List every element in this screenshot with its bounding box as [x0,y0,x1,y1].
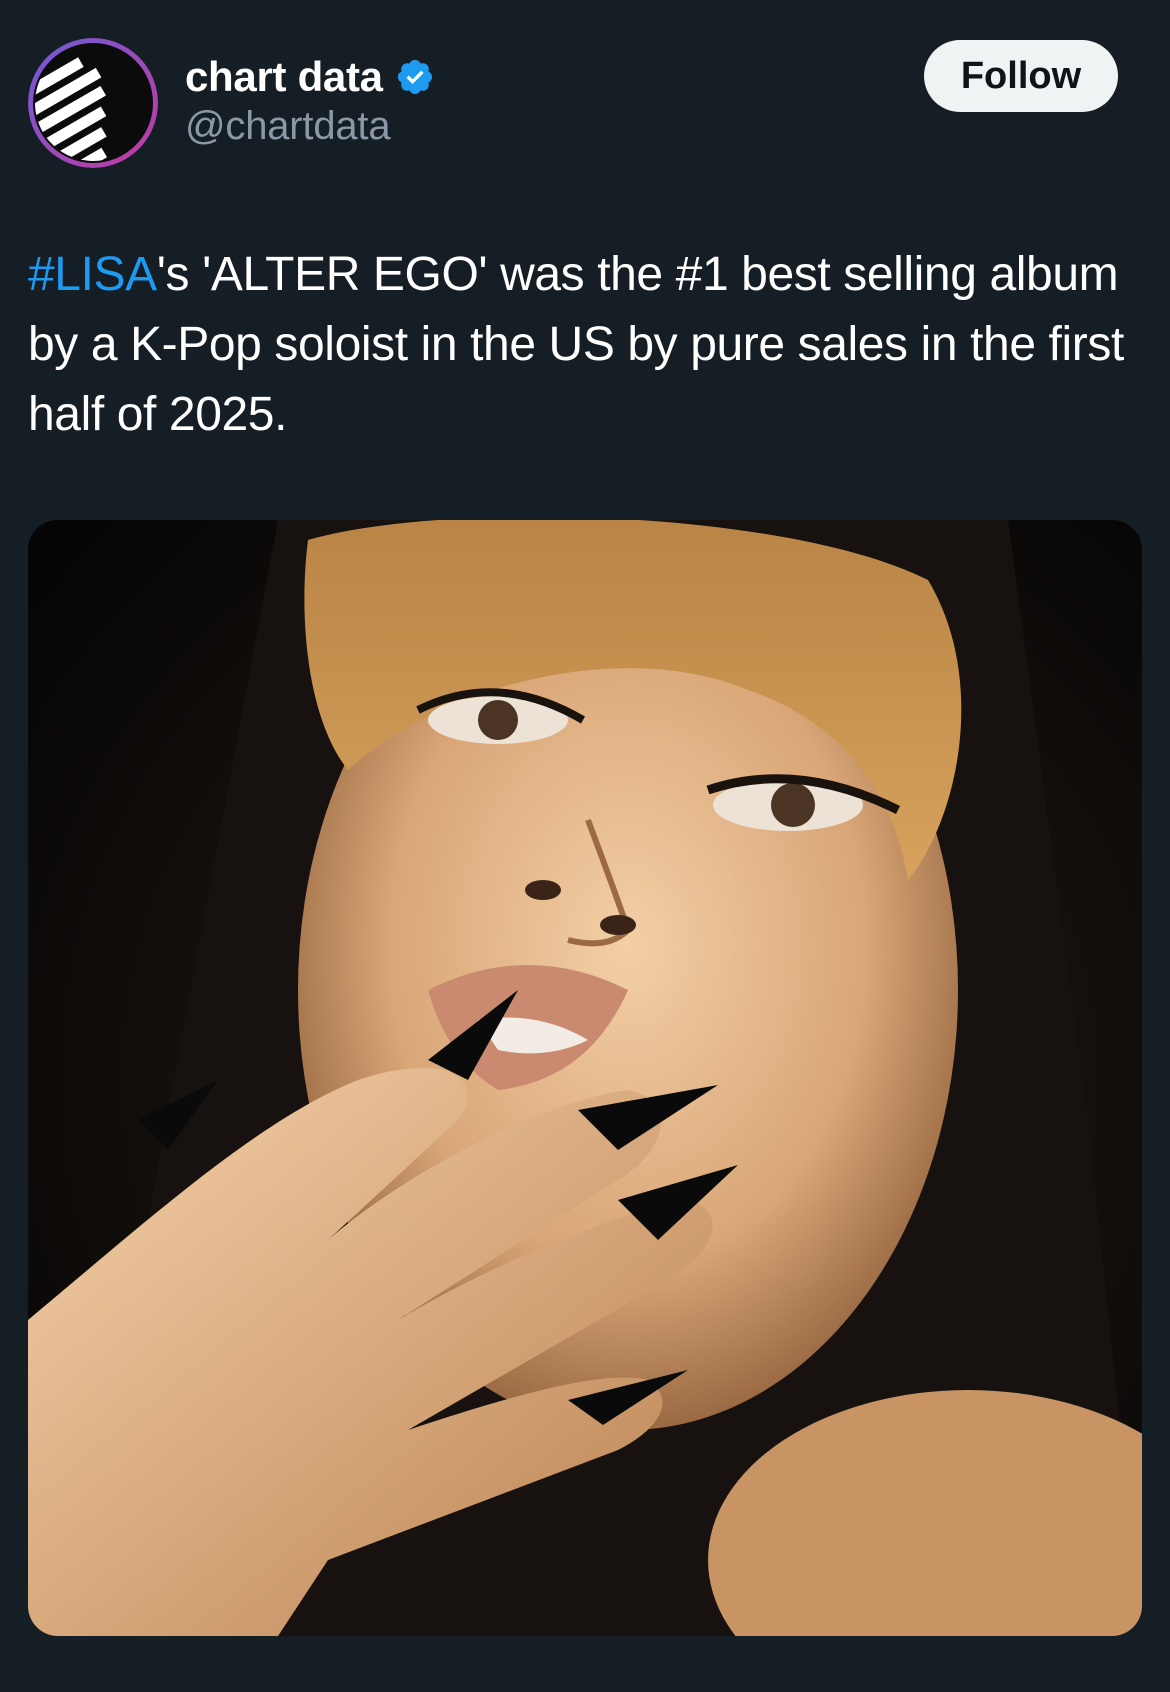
display-name[interactable]: chart data [185,53,383,101]
name-row: chart data [185,50,435,104]
follow-button[interactable]: Follow [924,40,1118,112]
tweet-body: 's 'ALTER EGO' was the #1 best selling a… [28,248,1124,441]
avatar[interactable] [28,38,158,168]
tweet-text: #LISA's 'ALTER EGO' was the #1 best sell… [28,240,1148,450]
chartdata-logo-icon [28,38,158,168]
verified-badge-icon [397,59,432,95]
hashtag-link[interactable]: #LISA [28,248,157,301]
tweet: chart data @chartdata Follow #LISA's 'AL… [0,0,1170,1692]
photo-icon [28,520,1142,1636]
handle[interactable]: @chartdata [185,104,435,149]
post-image[interactable] [28,520,1142,1636]
account-info: chart data @chartdata [185,50,435,149]
